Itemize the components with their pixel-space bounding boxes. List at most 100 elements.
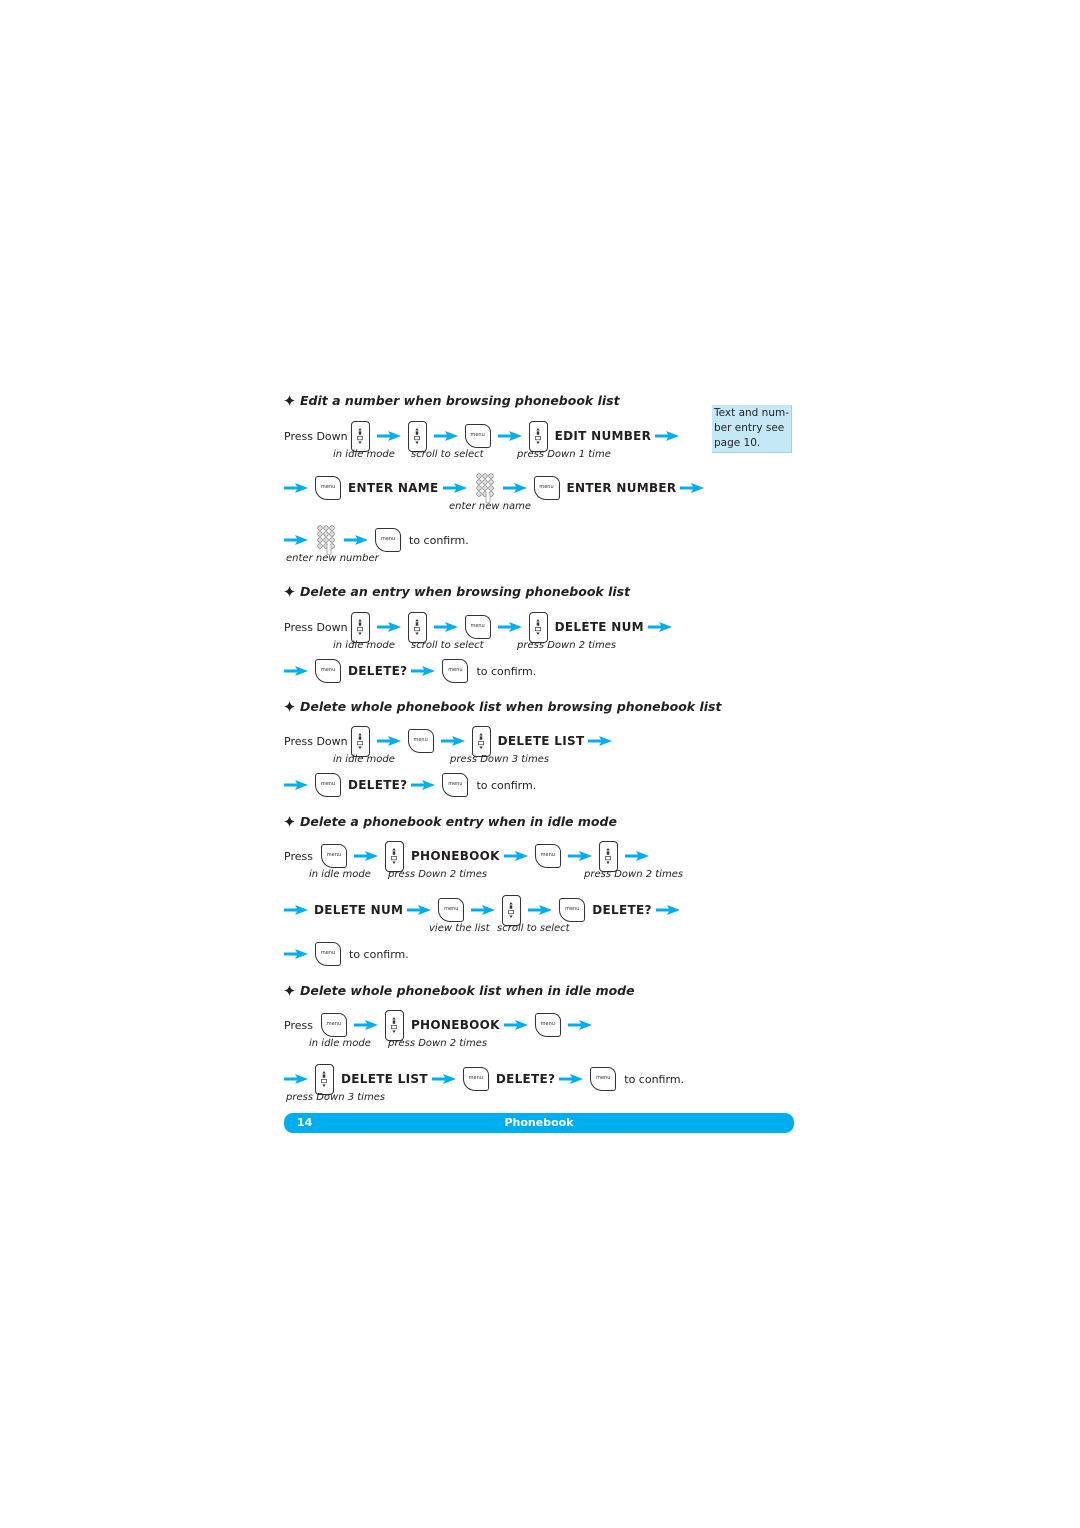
menu-key-label: menu [320, 484, 336, 490]
step-caption: in idle mode [333, 640, 395, 651]
screen-label: PHONEBOOK [410, 849, 500, 863]
arrow-right-icon [411, 666, 435, 676]
diamond-bullet-icon [284, 586, 295, 597]
step-text: Press [284, 1018, 313, 1032]
menu-key-icon: menu [438, 898, 465, 922]
screen-label: PHONEBOOK [410, 1018, 500, 1032]
step-text: Press [284, 849, 313, 863]
screen-label: ENTER NAME [348, 481, 439, 495]
section-name: Phonebook [504, 1116, 574, 1129]
navigation-key-icon [315, 1063, 334, 1095]
section-heading: Delete whole phonebook list when in idle… [284, 983, 635, 998]
arrow-right-icon [568, 851, 592, 861]
step-text: to confirm. [476, 664, 537, 678]
arrow-right-icon [680, 483, 704, 493]
step-caption: press Down 2 times [517, 640, 617, 651]
step-caption: press Down 3 times [286, 1092, 386, 1103]
navigation-key-icon [384, 840, 404, 872]
arrow-right-icon [648, 622, 672, 632]
heading-text: Delete whole phonebook list when browsin… [300, 699, 722, 714]
arrow-right-icon [407, 905, 431, 915]
keypad-icon [474, 472, 496, 504]
menu-key-label: menu [326, 1021, 342, 1027]
arrow-right-icon [503, 483, 527, 493]
step-caption: scroll to select [497, 923, 570, 934]
arrow-right-icon [471, 905, 495, 915]
step-text: Press Down [284, 734, 348, 748]
screen-label: DELETE? [495, 1072, 556, 1086]
screen-label: DELETE NUM [314, 903, 404, 917]
arrow-right-icon [344, 535, 368, 545]
step-text: to confirm. [624, 1072, 685, 1086]
menu-key-icon: menu [315, 942, 341, 966]
navigation-key-icon [598, 840, 618, 872]
step-caption: in idle mode [333, 449, 395, 460]
arrow-right-icon [284, 666, 308, 676]
menu-key-label: menu [470, 432, 485, 438]
step-text: to confirm. [349, 947, 409, 961]
step-caption: press Down 2 times [388, 869, 488, 880]
menu-key-label: menu [468, 1075, 483, 1081]
menu-key-label: menu [540, 852, 555, 858]
screen-label: DELETE? [348, 664, 408, 678]
menu-key-icon: menu [315, 773, 341, 797]
step-caption: press Down 2 times [388, 1038, 488, 1049]
navigation-key-icon [471, 725, 491, 757]
menu-key-label: menu [596, 1075, 611, 1081]
menu-key-icon: menu [315, 659, 341, 683]
arrow-right-icon [377, 431, 401, 441]
text-entry-note: Text and num- ber entry see page 10. [712, 405, 792, 453]
menu-key-icon: menu [534, 1013, 561, 1037]
arrow-right-icon [284, 905, 308, 915]
menu-key-label: menu [448, 781, 463, 787]
arrow-right-icon [284, 483, 308, 493]
menu-key-icon: menu [590, 1067, 617, 1091]
arrow-right-icon [588, 736, 612, 746]
section-heading: Delete an entry when browsing phonebook … [284, 584, 630, 599]
menu-key-icon: menu [462, 1067, 489, 1091]
menu-key-icon: menu [375, 528, 401, 552]
screen-label: DELETE LIST [341, 1072, 428, 1086]
arrow-right-icon [498, 431, 522, 441]
arrow-right-icon [568, 1020, 592, 1030]
arrow-right-icon [656, 905, 680, 915]
menu-key-icon: menu [442, 659, 469, 683]
arrow-right-icon [284, 949, 308, 959]
menu-key-label: menu [326, 852, 342, 858]
step-caption: press Down 1 time [517, 449, 611, 460]
screen-label: DELETE? [348, 778, 408, 792]
arrow-right-icon [443, 483, 467, 493]
menu-key-label: menu [540, 1021, 555, 1027]
screen-label: DELETE NUM [554, 620, 644, 634]
arrow-right-icon [625, 851, 649, 861]
step-caption: view the list [429, 923, 490, 934]
arrow-right-icon [411, 780, 435, 790]
navigation-key-icon [407, 611, 427, 643]
heading-text: Delete a phonebook entry when in idle mo… [300, 814, 617, 829]
menu-key-icon: menu [407, 729, 434, 753]
arrow-right-icon [434, 622, 458, 632]
arrow-right-icon [504, 851, 528, 861]
section-heading: Delete a phonebook entry when in idle mo… [284, 814, 617, 829]
arrow-right-icon [528, 905, 552, 915]
step-row: menu DELETE? menu to confirm. [284, 653, 536, 689]
step-caption: enter new name [449, 501, 532, 512]
menu-key-icon: menu [320, 844, 347, 868]
arrow-right-icon [354, 1020, 378, 1030]
menu-key-icon: menu [534, 844, 561, 868]
step-text: Press Down [284, 429, 348, 443]
step-caption: in idle mode [333, 754, 395, 765]
heading-text: Edit a number when browsing phonebook li… [300, 393, 620, 408]
menu-key-label: menu [380, 536, 396, 542]
navigation-key-icon [502, 894, 522, 926]
navigation-key-icon [407, 420, 427, 452]
menu-key-label: menu [565, 906, 580, 912]
menu-key-icon: menu [464, 615, 491, 639]
menu-key-label: menu [539, 484, 554, 490]
menu-key-icon: menu [559, 898, 586, 922]
menu-key-label: menu [444, 906, 459, 912]
arrow-right-icon [377, 622, 401, 632]
heading-text: Delete an entry when browsing phonebook … [300, 584, 631, 599]
step-row: menu DELETE? menu to confirm. [284, 767, 536, 803]
arrow-right-icon [284, 1074, 308, 1084]
